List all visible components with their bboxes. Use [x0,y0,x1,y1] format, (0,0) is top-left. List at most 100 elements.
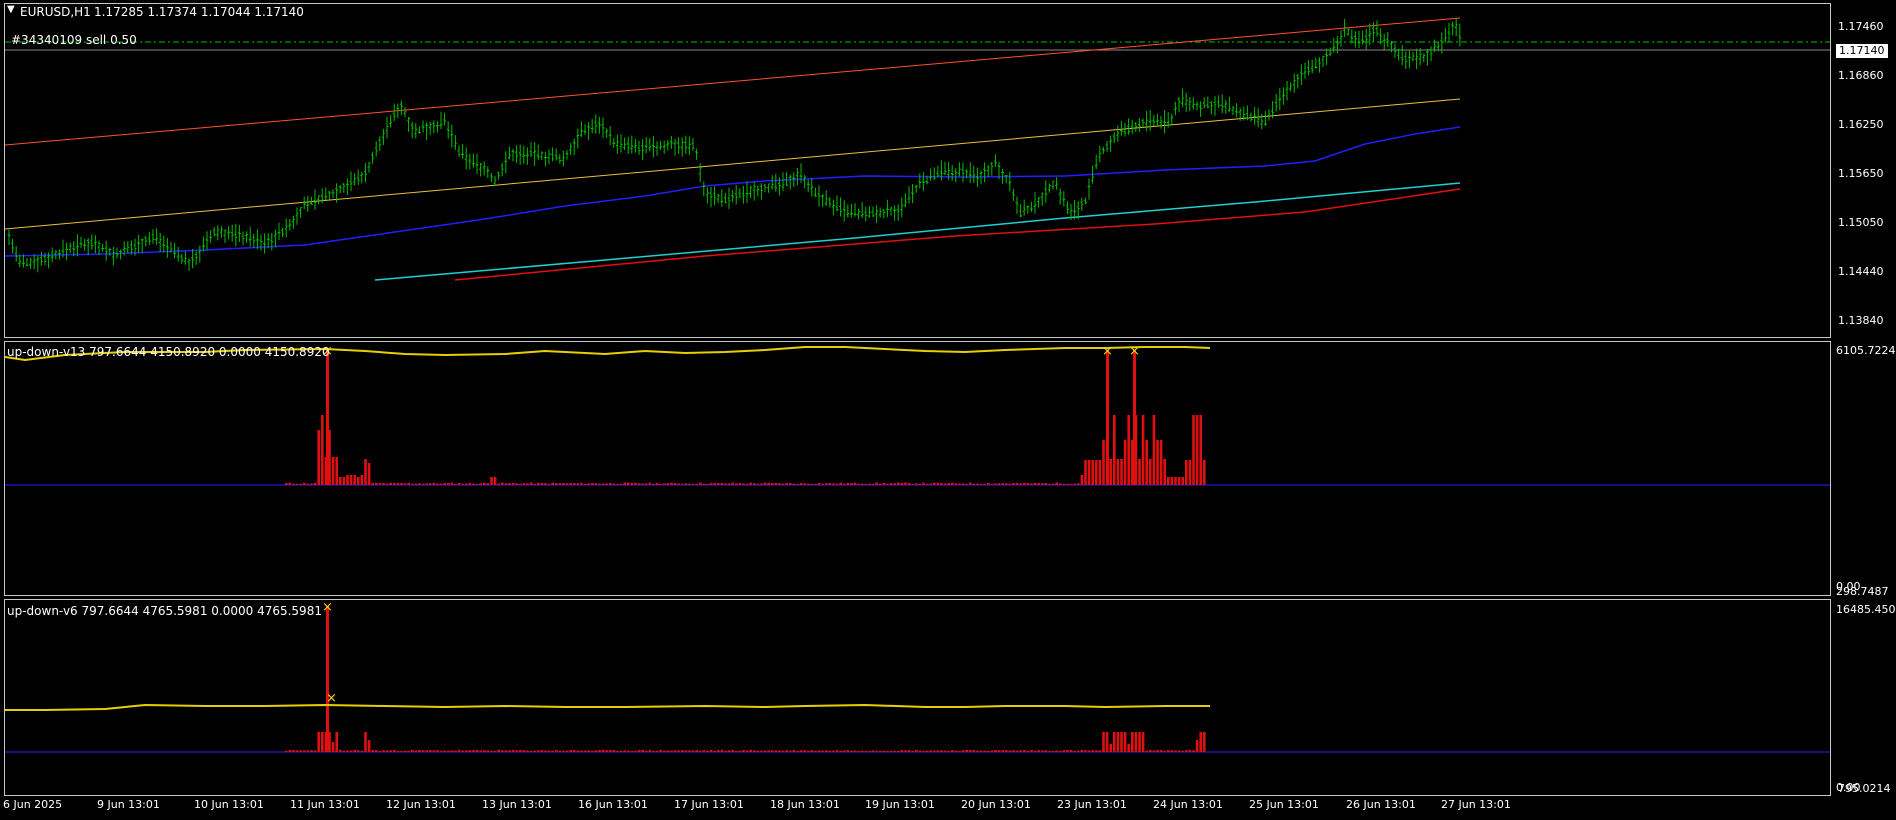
indicator-histogram-bar [497,749,500,752]
indicator-panel-1[interactable]: × × × [4,341,1831,596]
indicator-histogram-bar [1084,750,1087,752]
indicator-histogram-bar [490,477,493,485]
indicator-histogram-bar [504,483,508,485]
indicator-histogram-bar [987,750,990,752]
indicator-histogram-bar [501,750,504,752]
indicator-histogram-bar [843,483,846,485]
indicator-histogram-bar [832,483,835,485]
indicator-histogram-bar [1077,750,1080,752]
indicator-histogram-bar [436,750,439,752]
indicator-histogram-bar [393,482,396,485]
indicator-histogram-bar [1167,477,1170,485]
indicator-panel-2[interactable]: × × [4,599,1831,796]
indicator-histogram-bar [1005,483,1008,485]
indicator-histogram-bar [414,750,418,752]
indicator-histogram-bar [612,483,616,485]
indicator-histogram-bar [1048,750,1051,752]
indicator-histogram-bar [771,750,774,752]
indicator-histogram-bar [652,750,655,752]
indicator-histogram-bar [817,483,821,485]
indicator-histogram-bar [1019,483,1022,485]
indicator-histogram-bar [1098,460,1102,485]
indicator-1-axis-top: 6105.7224 [1836,344,1896,357]
indicator-histogram-bar [807,483,810,485]
indicator-histogram-bar [940,482,943,485]
indicator-histogram-bar [317,430,320,485]
indicator-histogram-bar [400,751,403,752]
indicator-histogram-bar [619,483,623,485]
indicator-histogram-bar [904,750,907,752]
indicator-histogram-bar [1033,482,1037,485]
indicator-histogram-bar [879,483,882,485]
indicator-histogram-bar [493,477,497,485]
time-axis-label: 9 Jun 13:01 [97,798,160,811]
indicator-histogram-bar [637,483,641,485]
order-label[interactable]: #34340109 sell 0.50 [11,33,137,47]
indicator-histogram-bar [796,750,799,752]
indicator-histogram-bar [983,750,986,752]
indicator-histogram-bar [389,750,392,752]
indicator-histogram-bar [760,750,763,752]
indicator-histogram-bar [1156,440,1159,485]
indicator-histogram-bar [461,483,464,485]
indicator-histogram-bar [612,749,616,752]
indicator-histogram-bar [965,483,968,485]
indicator-histogram-bar [573,750,576,752]
indicator-histogram-bar [893,483,896,485]
indicator-histogram-bar [1051,483,1055,485]
indicator-histogram-bar [630,482,634,485]
time-axis-label: 11 Jun 13:01 [290,798,360,811]
time-axis-label: 17 Jun 13:01 [674,798,744,811]
indicator-histogram-bar [879,750,882,752]
indicator-histogram-bar [655,750,659,752]
indicator-histogram-bar [1012,483,1015,485]
indicator-histogram-bar [569,482,572,485]
indicator-histogram-bar [367,463,371,485]
indicator-histogram-bar [742,750,745,752]
indicator-histogram-bar [857,483,860,485]
indicator-histogram-bar [875,482,878,485]
indicator-marker-icon: × [322,600,333,615]
price-chart-panel[interactable] [4,3,1831,338]
indicator-marker-icon: × [1102,344,1113,359]
indicator-histogram-bar [745,483,749,485]
indicator-histogram-bar [699,482,702,485]
indicator-histogram-bar [1073,750,1076,752]
indicator-histogram-bar [429,750,432,752]
indicator-histogram-bar [533,483,536,485]
indicator-histogram-bar [731,750,734,752]
price-tick-label: 1.15050 [1838,216,1884,229]
indicator-histogram-bar [472,750,475,752]
indicator-histogram-bar [648,750,652,752]
indicator-histogram-bar [1149,750,1152,752]
indicator-histogram-bar [1008,483,1012,485]
indicator-histogram-bar [1149,459,1152,485]
indicator-histogram-bar [774,482,778,485]
indicator-histogram-bar [731,482,734,485]
indicator-histogram-bar [551,750,554,752]
indicator-histogram-bar [652,483,655,485]
indicator-histogram-bar [594,483,598,485]
indicator-histogram-bar [1102,732,1105,752]
indicator-histogram-bar [1109,744,1112,752]
indicator-histogram-bar [900,482,904,485]
indicator-histogram-bar [835,483,839,485]
symbol-dropdown-icon[interactable]: ▼ [7,4,15,15]
indicator-histogram-bar [357,750,360,752]
indicator-histogram-bar [486,483,490,485]
indicator-histogram-bar [900,750,904,752]
indicator-histogram-bar [864,750,868,752]
indicator-histogram-bar [691,750,695,752]
indicator-histogram-bar [1019,750,1022,752]
indicator-histogram-bar [889,483,893,485]
indicator-histogram-bar [936,482,940,485]
indicator-histogram-bar [803,750,806,752]
indicator-histogram-bar [871,750,875,752]
indicator-histogram-bar [479,750,482,752]
indicator-histogram-bar [1123,732,1127,752]
indicator-histogram-bar [1055,750,1058,752]
indicator-histogram-bar [475,483,479,485]
indicator-histogram-bar [702,750,706,752]
indicator-histogram-bar [961,750,965,752]
indicator-histogram-bar [789,750,792,752]
